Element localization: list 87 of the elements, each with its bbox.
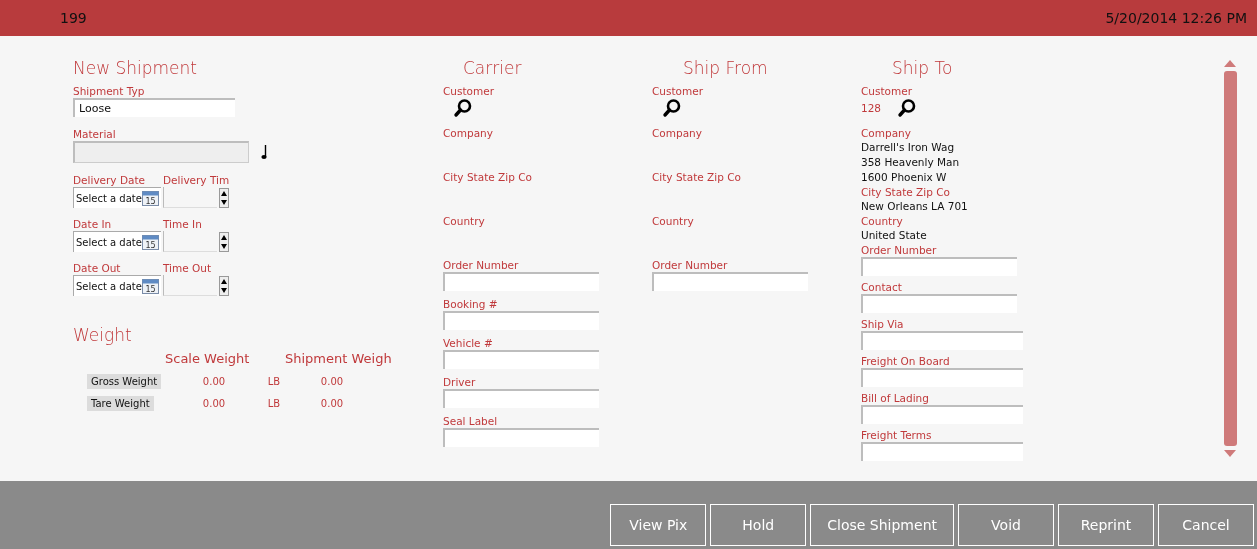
spinner-arrows-icon[interactable] [219, 187, 229, 208]
input-field[interactable] [443, 428, 599, 447]
field-value: 358 Heavenly Man [861, 155, 961, 170]
field-label: Contact [861, 280, 903, 294]
search-icon[interactable] [453, 98, 473, 118]
input-field[interactable] [443, 350, 599, 369]
section-title: New Shipment [73, 58, 199, 78]
unit: LB [266, 375, 282, 387]
field-value: New Orleans LA 701 [861, 199, 969, 214]
input-field[interactable] [861, 368, 1023, 387]
section-title: Carrier [463, 58, 523, 78]
field-label: Seal Label [443, 414, 499, 428]
weight-label: Tare Weight [87, 395, 154, 411]
scrollbar[interactable] [1223, 60, 1237, 457]
shipment-weight: 0.00 [319, 375, 345, 387]
input-field[interactable] [652, 272, 808, 291]
field-label: Customer [443, 84, 495, 98]
customer-number: 128 [861, 101, 882, 115]
section-title: Ship To [892, 58, 954, 78]
field-label: Material [73, 127, 117, 141]
time-field[interactable] [163, 187, 217, 208]
field-label: Freight Terms [861, 428, 933, 442]
field-value: United State [861, 228, 928, 243]
field-label: Country [861, 214, 904, 228]
date-time: 5/20/2014 12:26 PM [1105, 10, 1247, 26]
section-title: Weight [73, 325, 133, 345]
scroll-up-icon[interactable] [1224, 60, 1236, 67]
time-field[interactable] [163, 275, 217, 296]
field-label: Company [652, 126, 703, 140]
shipment-number: 199 [60, 10, 87, 26]
search-icon[interactable] [662, 98, 682, 118]
field-label: Bill of Lading [861, 391, 930, 405]
spinner-arrows-icon[interactable] [219, 275, 229, 296]
input-field[interactable] [861, 294, 1017, 313]
section-title: Ship From [683, 58, 769, 78]
note-icon [261, 144, 267, 160]
field-label: Booking # [443, 297, 499, 311]
scroll-down-icon[interactable] [1224, 450, 1236, 457]
field-label: Vehicle # [443, 336, 494, 350]
shipment-weight: 0.00 [319, 397, 345, 409]
input-field[interactable] [443, 311, 599, 330]
unit: LB [266, 397, 282, 409]
scale-weight: 0.00 [201, 397, 227, 409]
field-label: Country [652, 214, 695, 228]
field-label: Order Number [652, 258, 729, 272]
column-header: Scale Weight [165, 351, 251, 366]
calendar-icon[interactable]: 15 [142, 234, 159, 250]
field-label: Freight On Board [861, 354, 951, 368]
calendar-icon[interactable]: 15 [142, 190, 159, 206]
input-field[interactable] [443, 272, 599, 291]
field-value: 1600 Phoenix W [861, 170, 948, 185]
spinner-arrows-icon[interactable] [219, 231, 229, 252]
field-label: Delivery Date [73, 173, 147, 187]
search-icon[interactable] [897, 98, 918, 118]
field-label: City State Zip Co [652, 170, 742, 184]
calendar-icon[interactable]: 15 [142, 278, 159, 294]
field-label: Company [443, 126, 494, 140]
time-field[interactable] [163, 231, 217, 252]
field-label: Shipment Typ [73, 84, 146, 98]
input-field[interactable] [861, 405, 1023, 424]
date-picker[interactable]: Select a date 15 [73, 275, 161, 296]
field-label: City State Zip Co [443, 170, 533, 184]
field-label: Date Out [73, 261, 122, 275]
column-header: Shipment Weigh [285, 351, 393, 366]
field-label: Ship Via [861, 317, 905, 331]
date-picker[interactable]: Select a date 15 [73, 187, 161, 208]
input-field[interactable]: Loose [73, 98, 235, 117]
field-label: Driver [443, 375, 477, 389]
input-field[interactable] [861, 257, 1017, 276]
scale-weight: 0.00 [201, 375, 227, 387]
field-label: Time In [163, 217, 202, 231]
field-label: Customer [652, 84, 704, 98]
date-picker[interactable]: Select a date 15 [73, 231, 161, 252]
input-field[interactable] [861, 442, 1023, 461]
field-label: Order Number [861, 243, 938, 257]
field-label: Customer [861, 84, 913, 98]
field-value: Darrell's Iron Wag [861, 140, 956, 155]
field-label: Date In [73, 217, 113, 231]
field-label: City State Zip Co [861, 185, 951, 199]
field-label: Order Number [443, 258, 520, 272]
weight-label: Gross Weight [87, 373, 162, 389]
input-field[interactable] [861, 331, 1023, 350]
field-label: Company [861, 126, 912, 140]
field-label: Time Out [163, 261, 212, 275]
field-label: Delivery Tim [163, 173, 230, 187]
field-label: Country [443, 214, 486, 228]
input-field[interactable] [443, 389, 599, 408]
